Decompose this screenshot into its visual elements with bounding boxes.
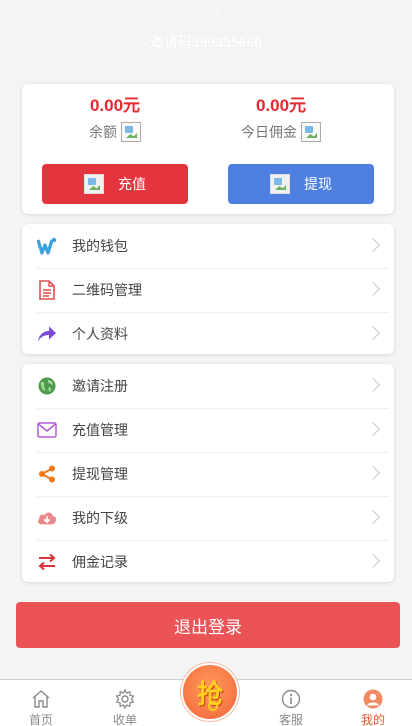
logout-button[interactable]: 退出登录 <box>16 602 400 648</box>
menu-item-label: 二维码管理 <box>72 282 142 298</box>
broken-image-icon <box>121 122 141 142</box>
tab-label: 客服 <box>278 713 303 726</box>
chevron-right-icon <box>365 509 381 525</box>
broken-image-icon <box>270 174 290 194</box>
tab-home[interactable]: 首页 <box>0 680 82 726</box>
chevron-right-icon <box>365 465 381 481</box>
commission-label-row: 今日佣金 <box>188 122 374 142</box>
menu-group-management: 邀请注册 充值管理 提现管理 我的下级 佣金记录 <box>22 364 394 582</box>
user-icon <box>363 689 383 709</box>
swap-arrows-icon <box>37 552 57 572</box>
commission-label: 今日佣金 <box>241 124 297 140</box>
chevron-right-icon <box>365 377 381 393</box>
menu-item-profile[interactable]: 个人资料 <box>22 312 394 356</box>
chevron-right-icon <box>365 553 381 569</box>
menu-item-label: 佣金记录 <box>72 554 128 570</box>
balance-card: 0.00元 余额 0.00元 今日佣金 充值 提现 <box>22 84 394 214</box>
broken-image-icon <box>84 174 104 194</box>
withdraw-button[interactable]: 提现 <box>228 164 374 204</box>
wallet-icon <box>37 236 57 256</box>
chevron-right-icon <box>365 421 381 437</box>
tab-label: 首页 <box>28 713 53 726</box>
chevron-right-icon <box>365 281 381 297</box>
menu-item-qrcode[interactable]: 二维码管理 <box>22 268 394 312</box>
tab-collect[interactable]: 收单 <box>84 680 166 726</box>
share-arrow-icon <box>37 324 57 344</box>
menu-group-account: 我的钱包 二维码管理 个人资料 <box>22 224 394 354</box>
chevron-right-icon <box>365 237 381 253</box>
invite-code: 邀请码399335660 <box>149 34 263 50</box>
menu-item-invite[interactable]: 邀请注册 <box>22 364 394 408</box>
home-icon <box>32 690 50 708</box>
menu-item-subordinates[interactable]: 我的下级 <box>22 496 394 540</box>
chevron-right-icon <box>365 325 381 341</box>
username: hhg <box>192 3 220 20</box>
mail-icon <box>37 420 57 440</box>
profile-header: hhg 邀请码399335660 <box>0 0 412 70</box>
cloud-download-icon <box>37 508 57 528</box>
grab-order-button[interactable]: 抢 <box>181 663 239 721</box>
info-icon <box>281 689 301 709</box>
menu-item-commission-records[interactable]: 佣金记录 <box>22 540 394 584</box>
menu-item-label: 邀请注册 <box>72 378 128 394</box>
recharge-button-label: 充值 <box>118 176 146 192</box>
tab-mine[interactable]: 我的 <box>332 680 412 726</box>
menu-item-label: 个人资料 <box>72 326 128 342</box>
tab-service[interactable]: 客服 <box>250 680 332 726</box>
document-icon <box>37 280 57 300</box>
balance-column: 0.00元 余额 <box>22 94 208 142</box>
menu-item-withdraw-management[interactable]: 提现管理 <box>22 452 394 496</box>
menu-item-label: 我的钱包 <box>72 238 128 254</box>
balance-label-row: 余额 <box>22 122 208 142</box>
withdraw-button-label: 提现 <box>304 176 332 192</box>
globe-icon <box>37 376 57 396</box>
menu-item-label: 我的下级 <box>72 510 128 526</box>
commission-column: 0.00元 今日佣金 <box>188 94 374 142</box>
menu-item-label: 充值管理 <box>72 422 128 438</box>
recharge-button[interactable]: 充值 <box>42 164 188 204</box>
menu-item-recharge-management[interactable]: 充值管理 <box>22 408 394 452</box>
gear-icon <box>115 688 135 710</box>
share-nodes-icon <box>37 464 57 484</box>
commission-amount: 0.00元 <box>255 96 307 115</box>
magnifier-icon <box>208 701 218 711</box>
balance-amount: 0.00元 <box>89 96 141 115</box>
broken-image-icon <box>301 122 321 142</box>
menu-item-wallet[interactable]: 我的钱包 <box>22 224 394 268</box>
menu-item-label: 提现管理 <box>72 466 128 482</box>
tab-label: 收单 <box>112 713 137 726</box>
balance-label: 余额 <box>89 124 117 140</box>
tab-label: 我的 <box>360 713 385 726</box>
